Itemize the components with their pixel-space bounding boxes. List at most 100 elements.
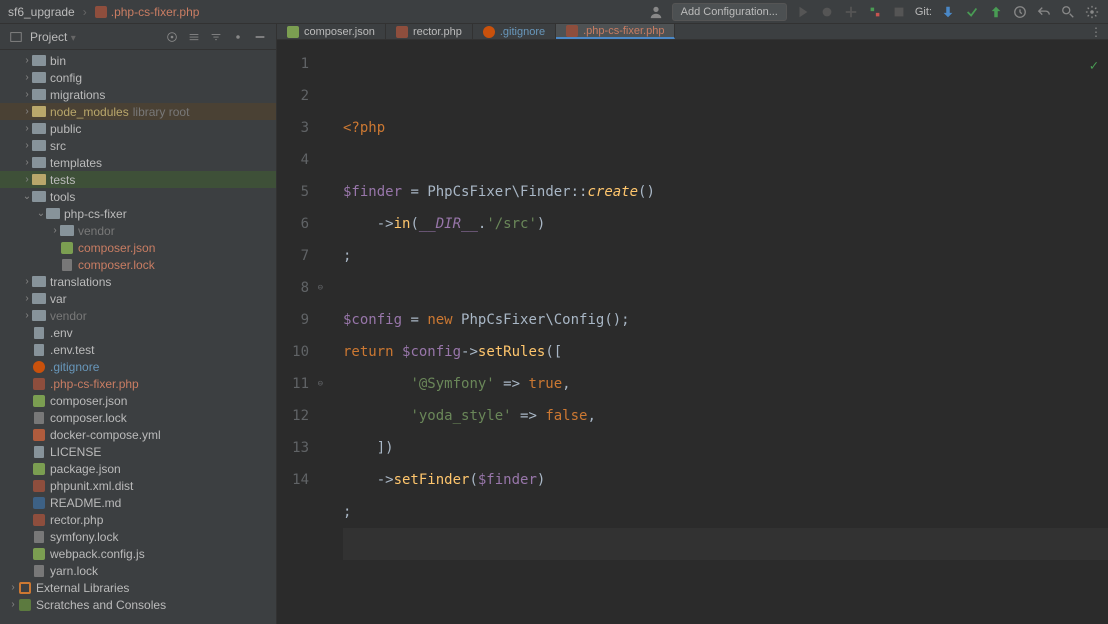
tree-item-rector-php[interactable]: rector.php [0,511,276,528]
line-number[interactable]: 9 [277,304,309,336]
line-number[interactable]: 12 [277,400,309,432]
coverage-icon[interactable] [843,4,859,20]
code-line[interactable]: '@Symfony' => true, [343,368,1108,400]
tree-item-external-libraries[interactable]: ›External Libraries [0,579,276,596]
sidebar-title[interactable]: Project ▾ [30,30,158,44]
tree-arrow[interactable]: › [22,89,32,100]
breadcrumb-file[interactable]: .php-cs-fixer.php [111,5,200,19]
tree-item-composer-lock[interactable]: composer.lock [0,409,276,426]
tree-item-tests[interactable]: ›tests [0,171,276,188]
line-number[interactable]: 14 [277,464,309,496]
tree-item-vendor[interactable]: ›vendor [0,222,276,239]
git-commit-icon[interactable] [964,4,980,20]
select-opened-icon[interactable] [164,29,180,45]
code-line[interactable] [343,272,1108,304]
tree-item-php-cs-fixer[interactable]: ⌄php-cs-fixer [0,205,276,222]
tree-item-src[interactable]: ›src [0,137,276,154]
tree-arrow[interactable]: › [8,582,18,593]
tree-arrow[interactable]: › [22,106,32,117]
project-tool-icon[interactable] [8,29,24,45]
vcs-update-icon[interactable] [867,4,883,20]
gutter[interactable]: 12345678⊖91011⊖121314 [277,40,327,624]
hide-sidebar-icon[interactable] [252,29,268,45]
collapse-all-icon[interactable] [208,29,224,45]
tree-arrow[interactable]: › [50,225,60,236]
fold-marker-icon[interactable]: ⊖ [318,368,323,400]
line-number[interactable]: 1 [277,48,309,80]
tree-item--env[interactable]: .env [0,324,276,341]
code-line[interactable] [343,528,1108,560]
tabs-menu-icon[interactable]: ⋮ [1084,24,1108,39]
tree-item--env-test[interactable]: .env.test [0,341,276,358]
tree-item-config[interactable]: ›config [0,69,276,86]
line-number[interactable]: 4 [277,144,309,176]
code-line[interactable]: 'yoda_style' => false, [343,400,1108,432]
tree-item--gitignore[interactable]: .gitignore [0,358,276,375]
code-text[interactable]: <?php$finder = PhpCsFixer\Finder::create… [327,40,1108,624]
tree-item-license[interactable]: LICENSE [0,443,276,460]
code-line[interactable] [343,144,1108,176]
tree-item-migrations[interactable]: ›migrations [0,86,276,103]
tree-arrow[interactable]: › [22,72,32,83]
tree-item-composer-lock[interactable]: composer.lock [0,256,276,273]
tree-item-scratches-and-consoles[interactable]: ›Scratches and Consoles [0,596,276,613]
user-icon[interactable] [648,4,664,20]
analysis-ok-icon[interactable]: ✓ [1090,50,1098,82]
tree-item-webpack-config-js[interactable]: webpack.config.js [0,545,276,562]
run-config-dropdown[interactable]: Add Configuration... [672,3,787,21]
code-line[interactable]: ->setFinder($finder) [343,464,1108,496]
line-number[interactable]: 6 [277,208,309,240]
tab-rector-php[interactable]: rector.php [386,24,473,39]
debug-icon[interactable] [819,4,835,20]
git-push-icon[interactable] [988,4,1004,20]
tree-item-yarn-lock[interactable]: yarn.lock [0,562,276,579]
code-line[interactable]: ]) [343,432,1108,464]
tree-item-templates[interactable]: ›templates [0,154,276,171]
line-number[interactable]: 2 [277,80,309,112]
line-number[interactable]: 13 [277,432,309,464]
tree-arrow[interactable]: › [22,55,32,66]
tab--gitignore[interactable]: .gitignore [473,24,556,39]
tree-item-node-modules[interactable]: ›node_moduleslibrary root [0,103,276,120]
code-line[interactable]: $config = new PhpCsFixer\Config(); [343,304,1108,336]
fold-marker-icon[interactable]: ⊖ [318,272,323,304]
tree-arrow[interactable]: › [22,157,32,168]
line-number[interactable]: 7 [277,240,309,272]
tree-item-translations[interactable]: ›translations [0,273,276,290]
code-line[interactable]: ; [343,496,1108,528]
line-number[interactable]: 10 [277,336,309,368]
line-number[interactable]: 11⊖ [277,368,309,400]
history-icon[interactable] [1012,4,1028,20]
tree-item-vendor[interactable]: ›vendor [0,307,276,324]
tab--php-cs-fixer-php[interactable]: .php-cs-fixer.php [556,24,675,39]
tree-item-composer-json[interactable]: composer.json [0,239,276,256]
tree-item-readme-md[interactable]: README.md [0,494,276,511]
run-icon[interactable] [795,4,811,20]
tree-arrow[interactable]: › [22,293,32,304]
git-pull-icon[interactable] [940,4,956,20]
tree-item-phpunit-xml-dist[interactable]: phpunit.xml.dist [0,477,276,494]
tab-composer-json[interactable]: composer.json [277,24,386,39]
tree-arrow[interactable]: › [22,123,32,134]
tree-arrow[interactable]: ⌄ [22,191,32,202]
tree-item-tools[interactable]: ⌄tools [0,188,276,205]
tree-item-docker-compose-yml[interactable]: docker-compose.yml [0,426,276,443]
tree-item-public[interactable]: ›public [0,120,276,137]
line-number[interactable]: 5 [277,176,309,208]
breadcrumb-project[interactable]: sf6_upgrade [8,5,75,19]
tree-item-var[interactable]: ›var [0,290,276,307]
code-line[interactable]: ->in(__DIR__.'/src') [343,208,1108,240]
code-line[interactable]: ; [343,240,1108,272]
tree-arrow[interactable]: › [22,140,32,151]
project-tree[interactable]: ›bin›config›migrations›node_moduleslibra… [0,50,276,624]
tree-item-package-json[interactable]: package.json [0,460,276,477]
tree-arrow[interactable]: › [22,310,32,321]
code-line[interactable]: <?php [343,112,1108,144]
tree-arrow[interactable]: › [22,276,32,287]
tree-item-composer-json[interactable]: composer.json [0,392,276,409]
tree-item--php-cs-fixer-php[interactable]: .php-cs-fixer.php [0,375,276,392]
tree-item-bin[interactable]: ›bin [0,52,276,69]
search-icon[interactable] [1060,4,1076,20]
tree-arrow[interactable]: › [22,174,32,185]
expand-all-icon[interactable] [186,29,202,45]
